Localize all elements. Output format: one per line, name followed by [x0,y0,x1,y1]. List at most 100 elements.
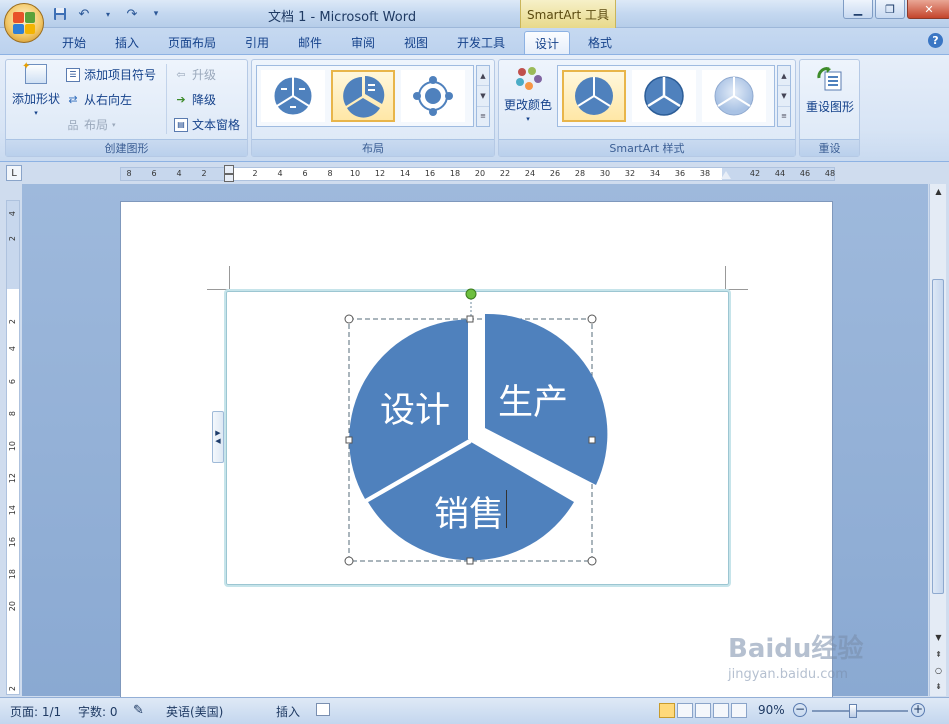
zoom-out-icon[interactable]: − [793,703,807,717]
watermark-logo-text: Baidu经验 [728,634,864,664]
scroll-down-icon[interactable]: ▼ [778,86,790,107]
tab-home[interactable]: 开始 [54,31,94,54]
ribbon-tab-bar: 开始 插入 页面布局 引用 邮件 审阅 视图 开发工具 设计 格式 [0,28,949,54]
document-page[interactable]: ▶ ◀ 设计 生产 销售 [120,201,833,701]
tab-view[interactable]: 视图 [396,31,436,54]
ruler-tick-label: 42 [749,169,761,178]
scroll-up-icon[interactable]: ▲ [778,66,790,87]
tab-design[interactable]: 设计 [524,31,570,54]
help-icon[interactable]: ? [928,33,943,48]
layout-option-1[interactable] [261,70,325,122]
office-button[interactable] [4,3,44,43]
segment-label-production[interactable]: 生产 [498,374,568,425]
browse-object-icon[interactable]: ○ [931,663,946,678]
more-icon[interactable]: ≡ [778,107,790,126]
zoom-slider-track[interactable] [812,710,908,712]
layouts-gallery-scroll[interactable]: ▲ ▼ ≡ [476,65,490,127]
segment-label-sales[interactable]: 销售 [434,486,504,537]
word-count[interactable]: 字数: 0 [78,703,118,720]
redo-icon[interactable]: ↷ [124,6,140,22]
segment-label-design[interactable]: 设计 [380,382,450,433]
draft-view-icon[interactable] [731,703,747,718]
page-count[interactable]: 页面: 1/1 [10,703,61,720]
scroll-down-icon[interactable]: ▼ [931,630,946,645]
reset-graphic-button[interactable]: 重设图形 [803,66,857,115]
style-option-1[interactable] [562,70,626,122]
undo-icon[interactable]: ↶ [76,6,92,22]
palette-icon [516,67,542,90]
tab-references[interactable]: 引用 [237,31,277,54]
proofing-icon[interactable]: ✎ [133,703,144,718]
insert-mode[interactable]: 插入 [276,703,300,720]
right-to-left-button[interactable]: ⇄ 从右向左 [66,91,132,108]
style-option-2[interactable] [632,70,696,122]
ruler-tick-label: 38 [699,169,711,178]
promote-button[interactable]: ⇦ 升级 [174,66,216,83]
vertical-scrollbar[interactable]: ▲ ▼ ⇞ ○ ⇟ [929,184,946,696]
scrollbar-thumb[interactable] [932,279,944,594]
ruler-tick-label: 14 [399,169,411,178]
layout-button[interactable]: 品 布局 ▾ [66,116,116,133]
tab-selector-button[interactable]: L [6,165,22,181]
full-screen-reading-icon[interactable] [677,703,693,718]
chevron-down-icon: ▾ [112,120,116,129]
demote-button[interactable]: ➔ 降级 [174,91,216,108]
ruler-tick-label: 20 [474,169,486,178]
reset-group-label: 重设 [800,139,859,156]
next-page-icon[interactable]: ⇟ [931,679,946,694]
ruler-tick-label: 4 [176,169,182,178]
language-indicator[interactable]: 英语(美国) [166,703,223,720]
chevron-down-icon: ▾ [34,109,38,117]
baidu-watermark: Baidu经验 jingyan.baidu.com [728,628,863,682]
left-indent-marker[interactable] [224,174,234,182]
print-layout-icon[interactable] [659,703,675,718]
add-bullet-button[interactable]: ☰ 添加项目符号 [66,66,156,83]
add-shape-button[interactable]: ✦ 添加形状 ▾ [8,61,64,117]
vertical-ruler[interactable]: 4 2 2 4 6 8 10 12 14 16 18 20 2 [6,200,20,695]
separator [166,64,167,134]
smartart-tools-context: SmartArt 工具 [520,0,616,28]
tab-insert[interactable]: 插入 [107,31,147,54]
add-shape-label: 添加形状 [11,92,60,106]
tab-developer[interactable]: 开发工具 [449,31,513,54]
customize-icon[interactable]: ▾ [148,6,164,22]
bullet-list-icon: ☰ [66,67,80,82]
office-logo-icon [13,12,35,34]
layout-option-2[interactable] [331,70,395,122]
ruler-tick-label: 18 [8,569,17,580]
change-colors-button[interactable]: 更改颜色 ▾ [501,66,555,123]
style-option-3[interactable] [702,70,766,122]
tab-mailings[interactable]: 邮件 [290,31,330,54]
ruler-tick-label: 24 [524,169,536,178]
zoom-in-icon[interactable]: + [911,703,925,717]
styles-gallery-scroll[interactable]: ▲ ▼ ≡ [777,65,791,127]
prev-page-icon[interactable]: ⇞ [931,647,946,662]
tab-page-layout[interactable]: 页面布局 [160,31,224,54]
layout-option-3[interactable] [401,70,465,122]
web-layout-icon[interactable] [695,703,711,718]
dropdown-arrow-icon[interactable]: ▾ [100,6,116,22]
text-pane-toggle[interactable]: ▶ ◀ [212,411,224,463]
zoom-slider-thumb[interactable] [849,704,857,718]
quick-access-toolbar: ↶ ▾ ↷ ▾ [52,5,164,23]
scroll-up-icon[interactable]: ▲ [931,184,946,199]
restore-icon[interactable]: ❐ [875,0,905,19]
scroll-down-icon[interactable]: ▼ [477,86,489,107]
outline-view-icon[interactable] [713,703,729,718]
first-line-indent-marker[interactable] [224,165,234,174]
more-icon[interactable]: ≡ [477,107,489,126]
right-indent-marker[interactable] [721,171,731,179]
horizontal-ruler[interactable]: 8 6 4 2 2 4 6 8 10 12 14 16 18 20 22 24 26 28 30 32 34 36 38 42… [120,165,835,182]
text-pane-button[interactable]: ▤ 文本窗格 [174,116,240,133]
save-icon[interactable] [52,6,68,22]
tab-format[interactable]: 格式 [580,31,620,54]
scroll-up-icon[interactable]: ▲ [477,66,489,87]
ruler-tick-label: 8 [8,411,17,417]
macro-record-icon[interactable] [316,703,330,716]
layouts-group-label: 布局 [252,139,494,156]
ribbon: ✦ 添加形状 ▾ ☰ 添加项目符号 ⇄ 从右向左 品 布局 ▾ ⇦ 升级 ➔ 降… [0,54,949,162]
zoom-level[interactable]: 90% [758,703,785,717]
minimize-icon[interactable]: ▁ [843,0,873,19]
tab-review[interactable]: 审阅 [343,31,383,54]
close-icon[interactable]: ✕ [907,0,949,19]
